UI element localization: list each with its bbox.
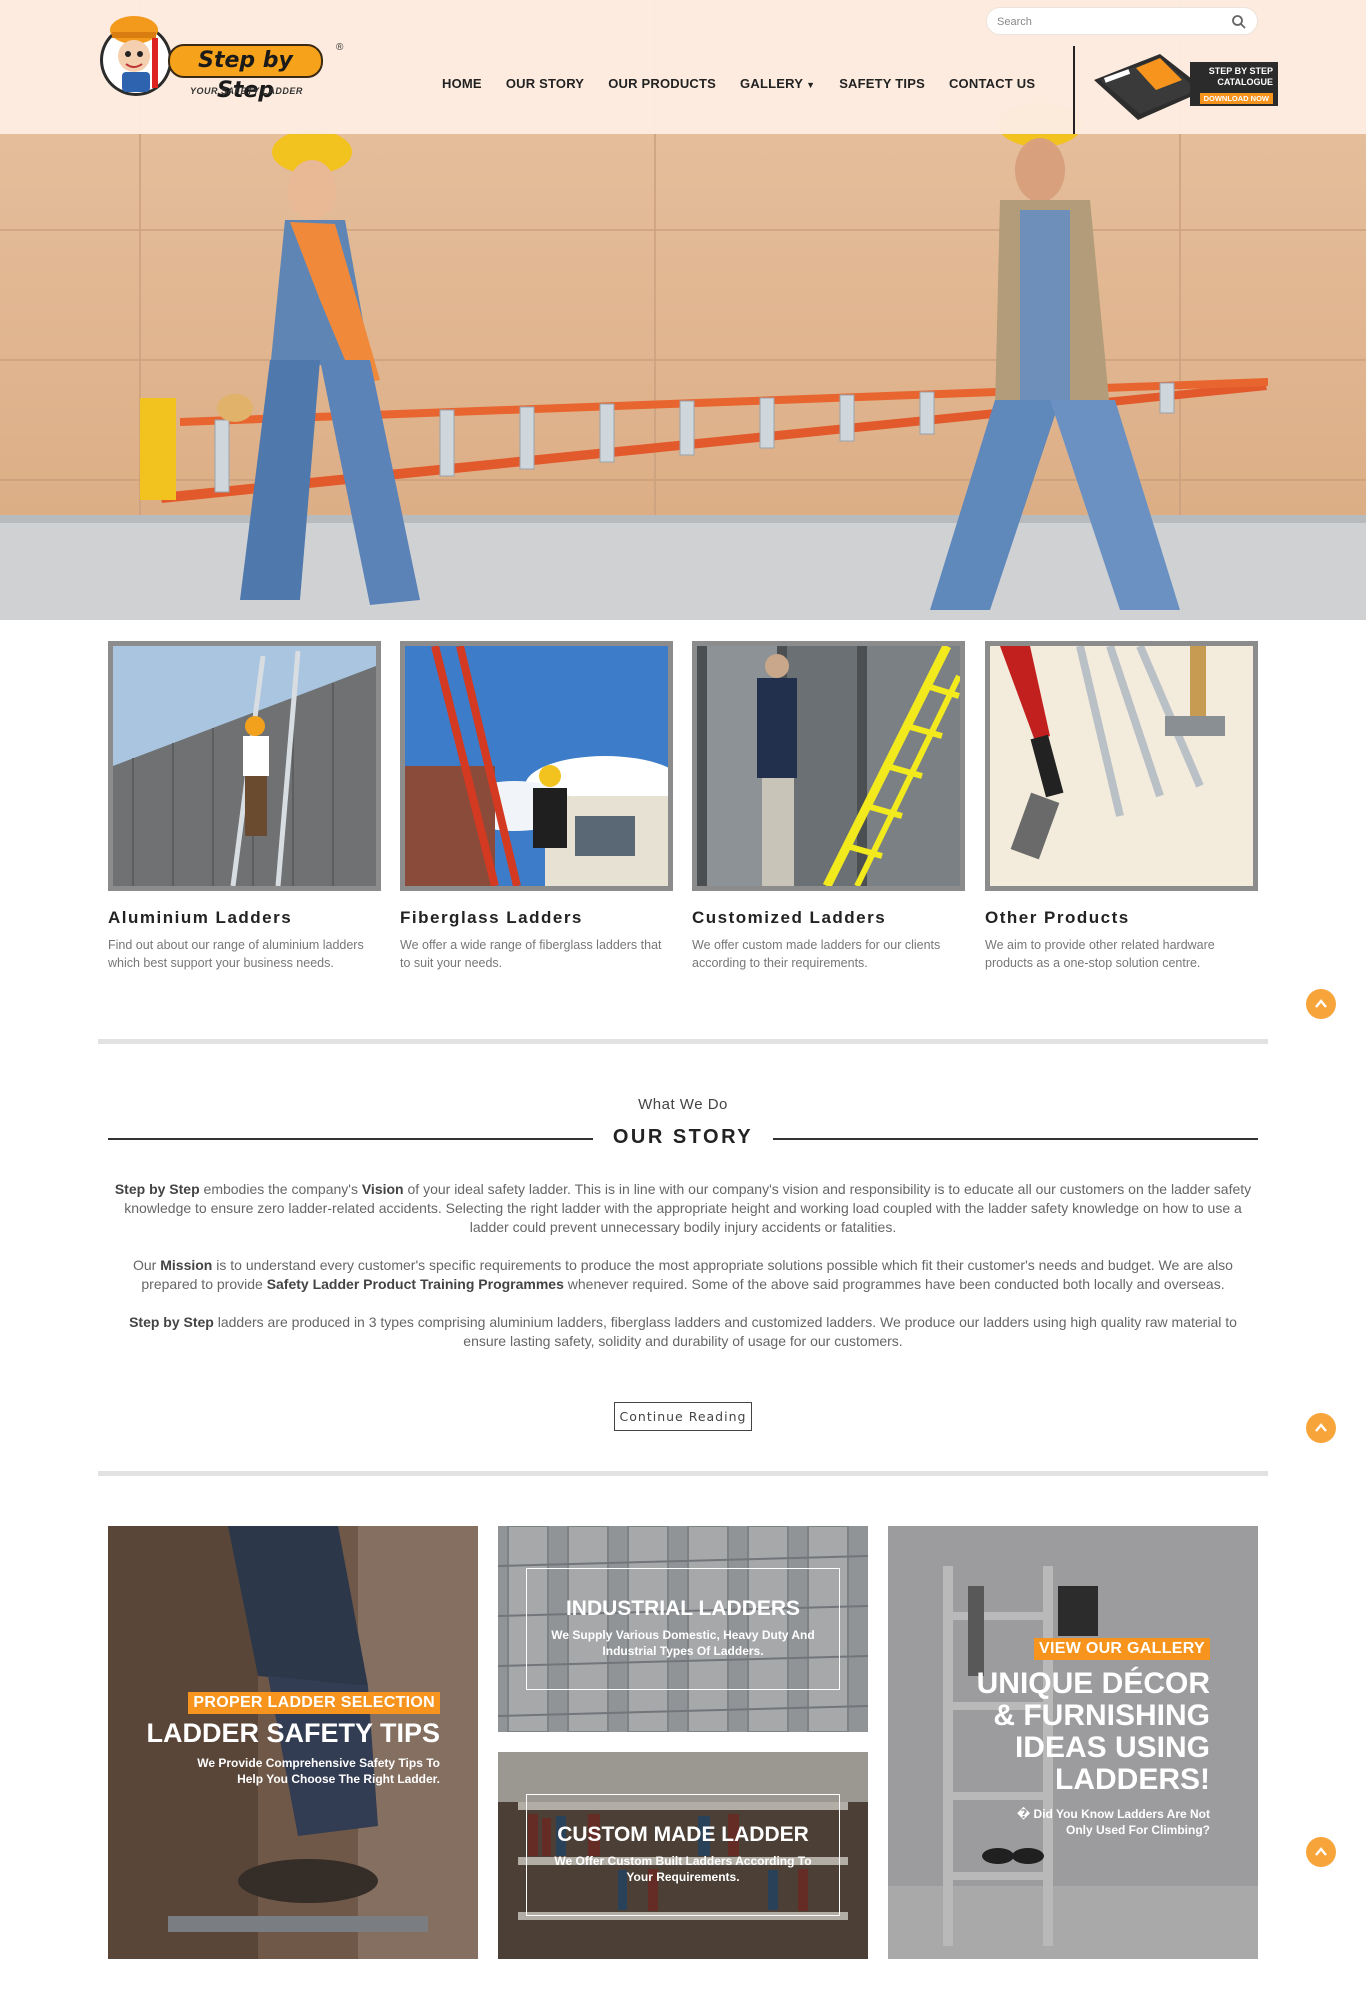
product-image-frame bbox=[400, 641, 673, 891]
aluminium-ladder-photo bbox=[113, 646, 376, 886]
nav-gallery[interactable]: GALLERY ▼ bbox=[728, 74, 827, 96]
story-paragraph-mission: Our Mission is to understand every custo… bbox=[108, 1256, 1258, 1294]
registered-mark: ® bbox=[336, 42, 344, 53]
industrial-title: INDUSTRIAL LADDERS bbox=[565, 1597, 801, 1620]
custom-caption-box: CUSTOM MADE LADDER We Offer Custom Built… bbox=[526, 1794, 840, 1916]
catalogue-download-banner[interactable]: STEP BY STEP CATALOGUE DOWNLOAD NOW bbox=[1090, 46, 1278, 126]
chevron-up-icon bbox=[1315, 1423, 1327, 1432]
promo-custom-made-ladder[interactable]: CUSTOM MADE LADDER We Offer Custom Built… bbox=[498, 1752, 868, 1959]
safety-tips-caption: PROPER LADDER SELECTION LADDER SAFETY TI… bbox=[140, 1692, 440, 1787]
nav-safety-tips-label: SAFETY TIPS bbox=[839, 76, 925, 91]
product-title: Other Products bbox=[985, 908, 1130, 927]
customized-ladder-photo bbox=[697, 646, 960, 886]
story-paragraph-vision: Step by Step embodies the company's Visi… bbox=[108, 1180, 1258, 1237]
product-title: Fiberglass Ladders bbox=[400, 908, 583, 927]
chevron-up-icon bbox=[1315, 999, 1327, 1008]
catalogue-title-2: CATALOGUE bbox=[1217, 77, 1273, 87]
product-description: We aim to provide other related hardware… bbox=[985, 938, 1215, 970]
scroll-to-top-button[interactable] bbox=[1306, 1413, 1336, 1443]
brand-name: Step by Step bbox=[168, 44, 323, 103]
product-description: We offer custom made ladders for our cli… bbox=[692, 938, 941, 970]
product-card-customized[interactable]: Customized Ladders We offer custom made … bbox=[692, 641, 965, 972]
nav-contact-us-label: CONTACT US bbox=[948, 76, 1036, 91]
nav-safety-tips[interactable]: SAFETY TIPS bbox=[827, 74, 937, 96]
products-section: Aluminium Ladders Find out about our ran… bbox=[108, 641, 1258, 1001]
story-text: embodies the company's bbox=[199, 1181, 362, 1197]
story-body: Step by Step embodies the company's Visi… bbox=[108, 1180, 1258, 1370]
story-text: whenever required. Some of the above sai… bbox=[563, 1276, 1225, 1292]
training-emphasis: Safety Ladder Product Training Programme… bbox=[266, 1276, 564, 1292]
custom-title: CUSTOM MADE LADDER bbox=[557, 1823, 809, 1846]
product-image-frame bbox=[692, 641, 965, 891]
scroll-to-top-button[interactable] bbox=[1306, 989, 1336, 1019]
story-paragraph-products: Step by Step ladders are produced in 3 t… bbox=[108, 1313, 1258, 1351]
story-kicker: What We Do bbox=[638, 1096, 728, 1113]
product-image-frame bbox=[108, 641, 381, 891]
nav-home[interactable]: HOME bbox=[430, 74, 494, 96]
scroll-to-top-button[interactable] bbox=[1306, 1837, 1336, 1867]
gallery-caption: VIEW OUR GALLERY UNIQUE DÉCOR & FURNISHI… bbox=[910, 1638, 1210, 1838]
brand-tagline: YOUR SAFETY LADDER bbox=[190, 86, 303, 96]
fiberglass-ladder-photo bbox=[405, 646, 668, 886]
caret-down-icon: ▼ bbox=[806, 80, 816, 90]
product-image-frame bbox=[985, 641, 1258, 891]
industrial-subtitle: We Supply Various Domestic, Heavy Duty A… bbox=[551, 1628, 815, 1658]
custom-subtitle: We Offer Custom Built Ladders According … bbox=[554, 1854, 812, 1884]
promo-gallery[interactable]: VIEW OUR GALLERY UNIQUE DÉCOR & FURNISHI… bbox=[888, 1526, 1258, 1959]
site-header: Step by Step ® YOUR SAFETY LADDER HOME O… bbox=[0, 0, 1366, 134]
story-text: ladders are produced in 3 types comprisi… bbox=[213, 1314, 1237, 1349]
mission-emphasis: Mission bbox=[160, 1257, 213, 1273]
safety-tips-tag: PROPER LADDER SELECTION bbox=[188, 1692, 440, 1714]
nav-contact-us[interactable]: CONTACT US bbox=[937, 74, 1047, 96]
gallery-title-line: LADDERS! bbox=[1055, 1763, 1210, 1796]
section-divider bbox=[98, 1039, 1268, 1044]
gallery-title-line: UNIQUE DÉCOR bbox=[976, 1667, 1210, 1700]
product-description: We offer a wide range of fiberglass ladd… bbox=[400, 938, 662, 970]
story-text: Our bbox=[133, 1257, 161, 1273]
chevron-up-icon bbox=[1315, 1847, 1327, 1856]
brand-emphasis: Step by Step bbox=[114, 1181, 200, 1197]
catalogue-download-button[interactable]: DOWNLOAD NOW bbox=[1199, 93, 1273, 104]
search-input[interactable] bbox=[997, 13, 1217, 31]
gallery-title-line: & FURNISHING bbox=[993, 1699, 1210, 1732]
nav-gallery-label: GALLERY bbox=[740, 76, 804, 91]
main-nav: HOME OUR STORY OUR PRODUCTS GALLERY ▼ SAF… bbox=[430, 74, 1047, 96]
section-title: OUR STORY bbox=[612, 1126, 754, 1148]
safety-tips-title: LADDER SAFETY TIPS bbox=[146, 1718, 440, 1748]
safety-tips-subtitle: We Provide Comprehensive Safety Tips To … bbox=[197, 1756, 440, 1786]
nav-our-products-label: OUR PRODUCTS bbox=[608, 76, 717, 91]
gallery-tag: VIEW OUR GALLERY bbox=[1034, 1638, 1210, 1660]
nav-our-story[interactable]: OUR STORY bbox=[494, 74, 596, 96]
section-divider bbox=[98, 1471, 1268, 1476]
other-products-photo bbox=[990, 646, 1253, 886]
product-description: Find out about our range of aluminium la… bbox=[108, 938, 364, 970]
gallery-title: UNIQUE DÉCOR & FURNISHING IDEAS USING LA… bbox=[910, 1668, 1210, 1796]
search-icon[interactable] bbox=[1231, 14, 1247, 30]
catalogue-title-1: STEP BY STEP bbox=[1208, 66, 1273, 76]
continue-reading-button[interactable]: Continue Reading bbox=[614, 1402, 752, 1431]
product-title: Customized Ladders bbox=[692, 908, 887, 927]
gallery-title-line: IDEAS USING bbox=[1014, 1731, 1210, 1764]
industrial-caption-box: INDUSTRIAL LADDERS We Supply Various Dom… bbox=[526, 1568, 840, 1690]
brand-logo[interactable]: Step by Step ® YOUR SAFETY LADDER bbox=[98, 6, 348, 103]
product-card-fiberglass[interactable]: Fiberglass Ladders We offer a wide range… bbox=[400, 641, 673, 972]
mascot-icon bbox=[100, 16, 172, 96]
vision-emphasis: Vision bbox=[361, 1181, 404, 1197]
promo-safety-tips[interactable]: PROPER LADDER SELECTION LADDER SAFETY TI… bbox=[108, 1526, 478, 1959]
product-card-aluminium[interactable]: Aluminium Ladders Find out about our ran… bbox=[108, 641, 381, 972]
promo-industrial-ladders[interactable]: INDUSTRIAL LADDERS We Supply Various Dom… bbox=[498, 1526, 868, 1732]
header-divider bbox=[1073, 46, 1075, 134]
product-card-other[interactable]: Other Products We aim to provide other r… bbox=[985, 641, 1258, 972]
catalogue-label: STEP BY STEP CATALOGUE DOWNLOAD NOW bbox=[1190, 62, 1278, 106]
gallery-subtitle: � Did You Know Ladders Are Not Only Used… bbox=[1016, 1807, 1210, 1837]
nav-our-story-label: OUR STORY bbox=[505, 76, 585, 91]
nav-our-products[interactable]: OUR PRODUCTS bbox=[596, 74, 728, 96]
story-heading: OUR STORY bbox=[108, 1126, 1258, 1152]
product-title: Aluminium Ladders bbox=[108, 908, 293, 927]
brand-emphasis: Step by Step bbox=[129, 1314, 214, 1330]
search-box bbox=[986, 7, 1258, 35]
nav-home-label: HOME bbox=[442, 76, 482, 91]
